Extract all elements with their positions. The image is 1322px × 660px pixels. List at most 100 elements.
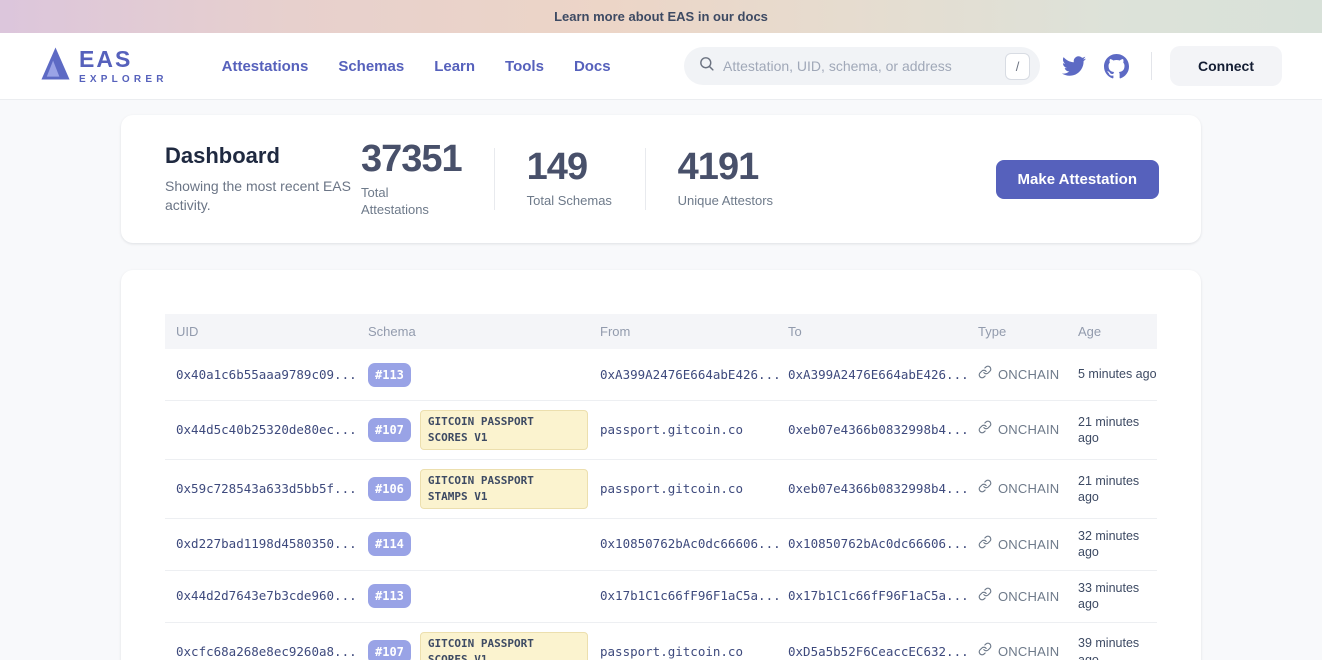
make-attestation-button[interactable]: Make Attestation (996, 160, 1159, 199)
eas-triangle-icon (40, 46, 71, 86)
table-row: 0xcfc68a268e8ec9260a8... #107 GITCOIN PA… (165, 623, 1157, 660)
from-link[interactable]: passport.gitcoin.co (600, 481, 743, 496)
link-icon (978, 479, 992, 498)
stat-label: Total Attestations (361, 185, 447, 219)
eas-logo[interactable]: EAS EXPLORER (40, 46, 168, 86)
column-header-from: From (589, 324, 777, 339)
type-label: ONCHAIN (998, 589, 1059, 604)
table-row: 0x44d2d7643e7b3cde960... #113 0x17b1C1c6… (165, 571, 1157, 623)
column-header-uid: UID (165, 324, 357, 339)
stat-label: Unique Attestors (678, 193, 773, 210)
github-icon[interactable] (1104, 54, 1129, 79)
page-title: Dashboard (165, 143, 361, 169)
schema-name-tag[interactable]: GITCOIN PASSPORT SCORES V1 (420, 632, 588, 660)
schema-badge[interactable]: #114 (368, 532, 411, 556)
column-header-age: Age (1067, 324, 1157, 339)
uid-link[interactable]: 0x59c728543a633d5bb5f... (176, 481, 357, 496)
nav-attestations[interactable]: Attestations (222, 58, 309, 75)
nav-tools[interactable]: Tools (505, 58, 544, 75)
schema-badge[interactable]: #107 (368, 640, 411, 660)
uid-link[interactable]: 0xcfc68a268e8ec9260a8... (176, 644, 357, 659)
stats-row: 37351 Total Attestations 149 Total Schemas 4… (361, 140, 773, 219)
uid-link[interactable]: 0x40a1c6b55aaa9789c09... (176, 367, 357, 382)
header-divider (1151, 52, 1152, 80)
nav-docs[interactable]: Docs (574, 58, 611, 75)
link-icon (978, 365, 992, 384)
to-link[interactable]: 0x17b1C1c66fF96F1aC5a... (788, 588, 969, 603)
schema-name-tag[interactable]: GITCOIN PASSPORT STAMPS V1 (420, 469, 588, 509)
logo-text: EAS EXPLORER (79, 48, 168, 85)
link-icon (978, 642, 992, 660)
stat-divider (494, 148, 495, 210)
header: EAS EXPLORER Attestations Schemas Learn Too… (0, 33, 1322, 100)
to-link[interactable]: 0xD5a5b52F6CeaccEC632... (788, 644, 969, 659)
uid-link[interactable]: 0xd227bad1198d4580350... (176, 536, 357, 551)
age-cell: 32 minutes ago (1067, 528, 1157, 561)
stat-block: 4191 Unique Attestors (678, 148, 773, 210)
uid-link[interactable]: 0x44d5c40b25320de80ec... (176, 422, 357, 437)
from-link[interactable]: 0xA399A2476E664abE426... (600, 367, 781, 382)
attestations-table-card: UIDSchemaFromToTypeAge 0x40a1c6b55aaa978… (121, 270, 1201, 660)
nav-learn[interactable]: Learn (434, 58, 475, 75)
from-link[interactable]: passport.gitcoin.co (600, 644, 743, 659)
attestations-table: UIDSchemaFromToTypeAge 0x40a1c6b55aaa978… (165, 314, 1157, 660)
table-row: 0x40a1c6b55aaa9789c09... #113 0xA399A247… (165, 349, 1157, 401)
link-icon (978, 420, 992, 439)
stat-label: Total Schemas (527, 193, 613, 210)
uid-link[interactable]: 0x44d2d7643e7b3cde960... (176, 588, 357, 603)
age-cell: 5 minutes ago (1067, 366, 1157, 382)
connect-wallet-button[interactable]: Connect (1170, 46, 1282, 86)
schema-badge[interactable]: #107 (368, 418, 411, 442)
link-icon (978, 535, 992, 554)
main-nav: Attestations Schemas Learn Tools Docs (222, 58, 611, 75)
stat-value: 149 (527, 148, 613, 186)
stat-block: 149 Total Schemas (527, 148, 613, 210)
table-row: 0x44d5c40b25320de80ec... #107 GITCOIN PA… (165, 401, 1157, 460)
stat-value: 4191 (678, 148, 773, 186)
table-header-row: UIDSchemaFromToTypeAge (165, 314, 1157, 349)
search-bar[interactable]: / (684, 47, 1040, 85)
link-icon (978, 587, 992, 606)
dashboard-card: Dashboard Showing the most recent EAS ac… (121, 115, 1201, 243)
search-input[interactable] (723, 58, 1005, 74)
social-links (1062, 54, 1129, 79)
nav-schemas[interactable]: Schemas (338, 58, 404, 75)
age-cell: 21 minutes ago (1067, 473, 1157, 506)
stat-value: 37351 (361, 140, 462, 178)
age-cell: 39 minutes ago (1067, 635, 1157, 660)
table-row: 0x59c728543a633d5bb5f... #106 GITCOIN PA… (165, 460, 1157, 519)
to-link[interactable]: 0xeb07e4366b0832998b4... (788, 422, 969, 437)
column-header-type: Type (967, 324, 1067, 339)
type-label: ONCHAIN (998, 367, 1059, 382)
from-link[interactable]: 0x17b1C1c66fF96F1aC5a... (600, 588, 781, 603)
age-cell: 33 minutes ago (1067, 580, 1157, 613)
banner-docs-link[interactable]: Learn more about EAS in our docs (554, 9, 768, 24)
logo-subtitle: EXPLORER (79, 75, 168, 85)
type-label: ONCHAIN (998, 537, 1059, 552)
schema-badge[interactable]: #113 (368, 584, 411, 608)
type-label: ONCHAIN (998, 644, 1059, 659)
stat-block: 37351 Total Attestations (361, 140, 462, 219)
slash-shortcut-key: / (1005, 53, 1030, 80)
schema-badge[interactable]: #113 (368, 363, 411, 387)
to-link[interactable]: 0xeb07e4366b0832998b4... (788, 481, 969, 496)
to-link[interactable]: 0xA399A2476E664abE426... (788, 367, 969, 382)
table-row: 0xd227bad1198d4580350... #114 0x10850762… (165, 519, 1157, 571)
announcement-banner: Learn more about EAS in our docs (0, 0, 1322, 33)
schema-badge[interactable]: #106 (368, 477, 411, 501)
age-cell: 21 minutes ago (1067, 414, 1157, 447)
type-label: ONCHAIN (998, 422, 1059, 437)
page-subtitle: Showing the most recent EAS activity. (165, 177, 361, 215)
table-body: 0x40a1c6b55aaa9789c09... #113 0xA399A247… (165, 349, 1157, 660)
to-link[interactable]: 0x10850762bAc0dc66606... (788, 536, 969, 551)
logo-title: EAS (79, 48, 168, 71)
from-link[interactable]: passport.gitcoin.co (600, 422, 743, 437)
schema-name-tag[interactable]: GITCOIN PASSPORT SCORES V1 (420, 410, 588, 450)
column-header-to: To (777, 324, 967, 339)
column-header-schema: Schema (357, 324, 589, 339)
search-icon (698, 55, 715, 77)
twitter-icon[interactable] (1062, 54, 1086, 78)
from-link[interactable]: 0x10850762bAc0dc66606... (600, 536, 781, 551)
type-label: ONCHAIN (998, 481, 1059, 496)
stat-divider (645, 148, 646, 210)
